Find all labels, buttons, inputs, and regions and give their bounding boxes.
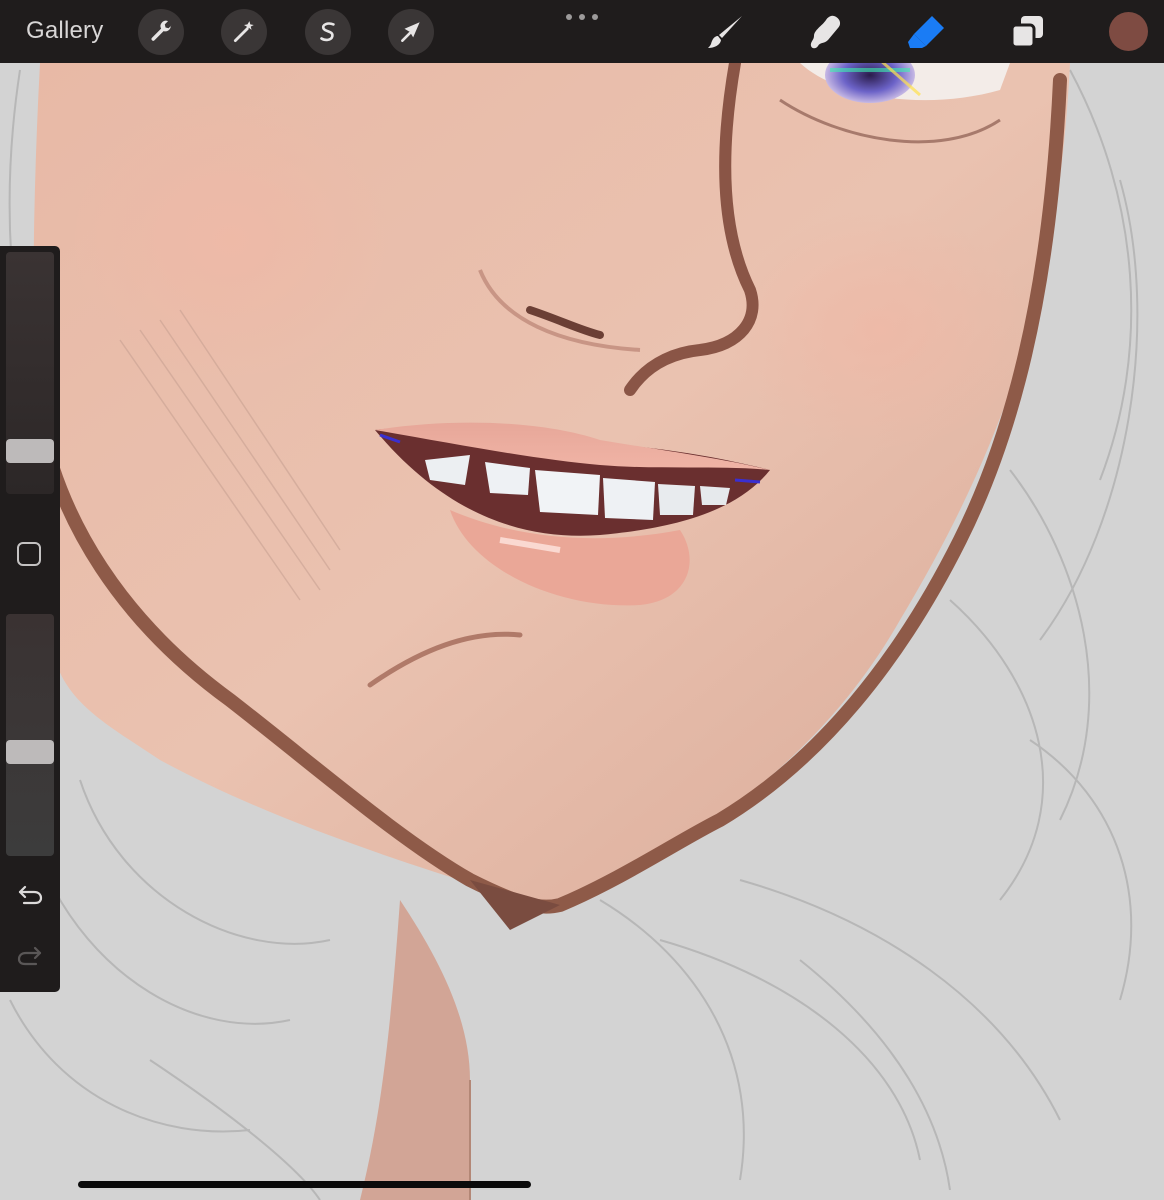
transform-button[interactable] xyxy=(388,9,434,55)
layers-icon[interactable] xyxy=(1008,12,1048,52)
opacity-handle[interactable] xyxy=(6,740,54,765)
adjustments-button[interactable] xyxy=(221,9,267,55)
selection-button[interactable] xyxy=(305,9,351,55)
actions-button[interactable] xyxy=(138,9,184,55)
drawing-canvas[interactable] xyxy=(0,0,1164,1200)
opacity-slider[interactable] xyxy=(6,614,54,856)
brush-icon[interactable] xyxy=(706,12,746,52)
smudge-icon[interactable] xyxy=(806,12,846,52)
transform-arrow-icon xyxy=(401,22,420,42)
selection-s-icon xyxy=(320,22,335,42)
color-swatch[interactable] xyxy=(1109,12,1148,51)
redo-icon[interactable] xyxy=(16,943,44,967)
modify-button[interactable] xyxy=(17,542,41,566)
gallery-button[interactable]: Gallery xyxy=(26,17,103,45)
undo-icon[interactable] xyxy=(16,882,44,906)
magic-wand-icon xyxy=(233,21,254,43)
wrench-icon xyxy=(151,20,172,41)
eraser-icon[interactable] xyxy=(906,12,946,52)
home-indicator[interactable] xyxy=(78,1181,531,1188)
left-sidebar xyxy=(0,246,60,992)
brush-size-handle[interactable] xyxy=(6,439,54,464)
top-toolbar: Gallery xyxy=(0,0,1164,63)
more-options-icon[interactable] xyxy=(564,12,600,22)
